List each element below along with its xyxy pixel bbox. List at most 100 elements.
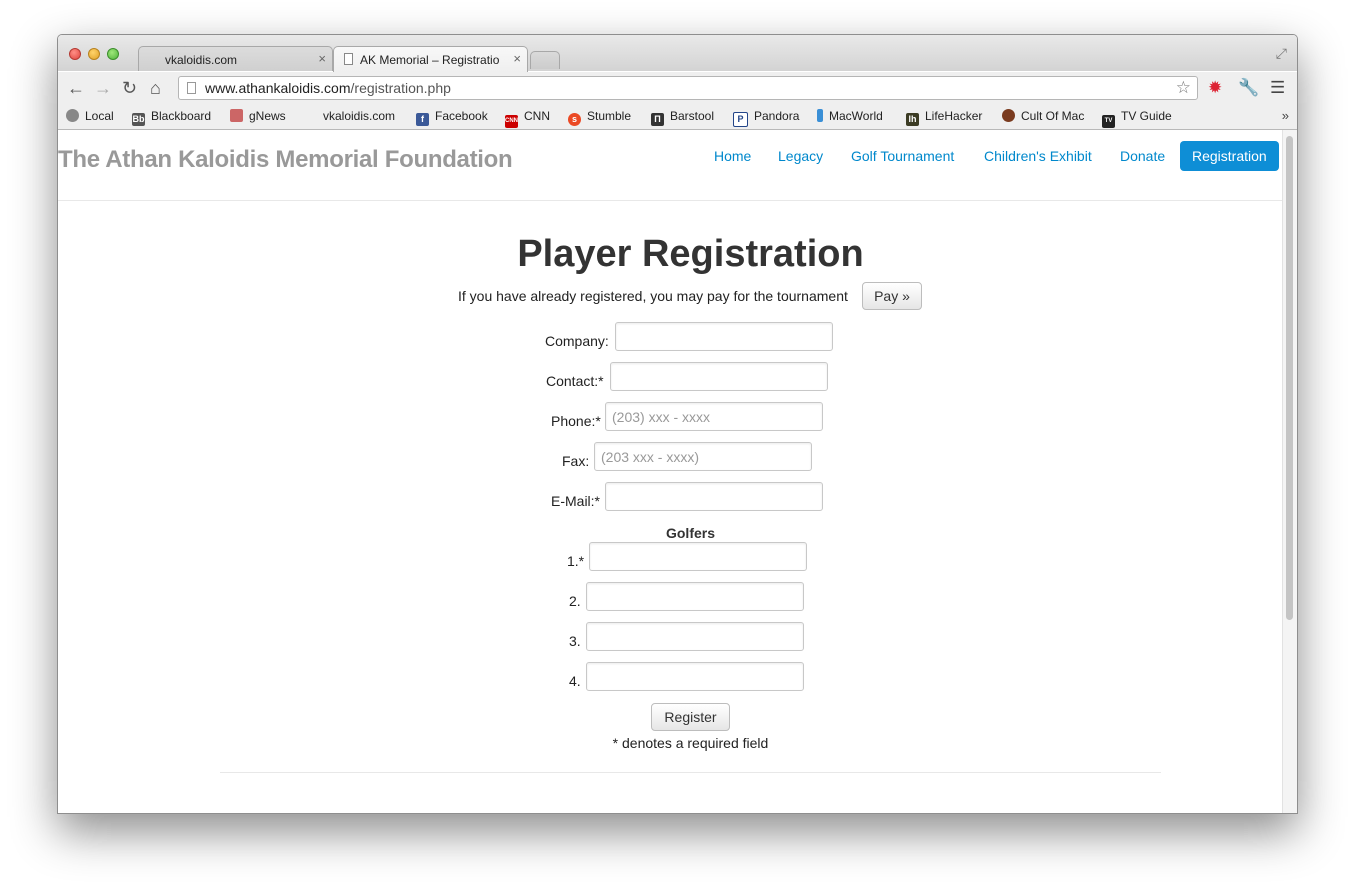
golfer-3-label: 3. — [569, 633, 581, 649]
company-label: Company: — [545, 333, 609, 349]
reload-icon[interactable]: ↻ — [122, 78, 137, 99]
news-icon — [230, 109, 243, 122]
pandora-icon: P — [733, 112, 748, 127]
bookmark-label: LifeHacker — [925, 109, 983, 123]
stumbleupon-icon: s — [568, 113, 581, 126]
tab-vkaloidis[interactable]: vkaloidis.com × — [138, 46, 333, 72]
bookmark-gnews[interactable]: gNews — [230, 109, 286, 123]
close-window-button[interactable] — [69, 48, 81, 60]
bookmark-facebook[interactable]: f Facebook — [416, 109, 488, 126]
browser-window: vkaloidis.com × AK Memorial – Registrati… — [57, 34, 1298, 814]
bookmarks-overflow-icon[interactable]: » — [1282, 108, 1289, 123]
web-page: The Athan Kaloidis Memorial Foundation H… — [58, 130, 1283, 813]
url-text: www.athankaloidis.com/registration.php — [205, 80, 451, 96]
nav-home[interactable]: Home — [714, 141, 751, 171]
phone-label: Phone:* — [551, 413, 601, 429]
bookmark-macworld[interactable]: MacWorld — [817, 109, 883, 123]
lifehacker-icon: lh — [906, 113, 919, 126]
bookmark-label: Local — [85, 109, 114, 123]
pay-button[interactable]: Pay » — [862, 282, 922, 310]
bookmark-barstool[interactable]: Π Barstool — [651, 109, 714, 126]
zoom-window-button[interactable] — [107, 48, 119, 60]
bookmark-label: CNN — [524, 109, 550, 123]
company-input[interactable] — [615, 322, 833, 351]
bookmark-label: Blackboard — [151, 109, 212, 123]
bookmark-vkaloidis[interactable]: vkaloidis.com — [304, 109, 395, 123]
fullscreen-icon[interactable]: ⤢ — [1276, 45, 1287, 62]
barstool-icon: Π — [651, 113, 664, 126]
bookmark-star-icon[interactable]: ☆ — [1176, 78, 1191, 98]
nav-donate[interactable]: Donate — [1120, 141, 1165, 171]
nav-registration[interactable]: Registration — [1180, 141, 1279, 171]
bookmarks-bar: Local Bb Blackboard gNews vkaloidis.com f… — [58, 105, 1297, 130]
tab-title: vkaloidis.com — [165, 53, 238, 67]
bookmark-label: Cult Of Mac — [1021, 109, 1085, 123]
email-input[interactable] — [605, 482, 823, 511]
new-tab-button[interactable] — [530, 51, 560, 69]
address-bar[interactable]: www.athankaloidis.com/registration.php ☆ — [178, 76, 1198, 100]
nav-legacy[interactable]: Legacy — [778, 141, 823, 171]
email-label: E-Mail:* — [551, 493, 601, 509]
golfer-1-input[interactable] — [589, 542, 807, 571]
golfer-3-input[interactable] — [586, 622, 804, 651]
tvguide-icon: TV — [1102, 115, 1115, 128]
nav-golf-tournament[interactable]: Golf Tournament — [851, 141, 954, 171]
back-arrow-icon[interactable]: ← — [67, 78, 85, 99]
fax-label: Fax: — [562, 453, 590, 469]
cultofmac-icon — [1002, 109, 1015, 122]
page-icon — [187, 82, 196, 94]
page-scrollbar[interactable] — [1282, 130, 1297, 813]
forward-arrow-icon[interactable]: → — [94, 78, 112, 99]
page-icon — [344, 53, 353, 65]
site-brand[interactable]: The Athan Kaloidis Memorial Foundation — [58, 146, 513, 174]
phone-input[interactable]: (203) xxx - xxxx — [605, 402, 823, 431]
bookmark-label: TV Guide — [1121, 109, 1172, 123]
golfer-4-label: 4. — [569, 673, 581, 689]
facebook-icon: f — [416, 113, 429, 126]
bookmark-label: Stumble — [587, 109, 632, 123]
tab-close-icon[interactable]: × — [513, 51, 521, 66]
scrollbar-thumb[interactable] — [1286, 136, 1293, 620]
golfer-4-input[interactable] — [586, 662, 804, 691]
page-title: Player Registration — [517, 233, 864, 275]
contact-input[interactable] — [610, 362, 828, 391]
golfer-1-label: 1.* — [567, 553, 585, 569]
bookmark-stumble[interactable]: s Stumble — [568, 109, 631, 126]
url-domain: www.athankaloidis.com — [205, 80, 351, 96]
bookmark-tvguide[interactable]: TV TV Guide — [1102, 109, 1172, 128]
register-button[interactable]: Register — [651, 703, 730, 731]
nav-divider — [58, 200, 1283, 201]
wrench-icon[interactable]: 🔧 — [1238, 78, 1259, 98]
bookmark-label: MacWorld — [829, 109, 883, 123]
home-icon[interactable]: ⌂ — [150, 78, 161, 99]
golfer-2-input[interactable] — [586, 582, 804, 611]
bookmark-pandora[interactable]: P Pandora — [733, 109, 799, 127]
blackboard-icon: Bb — [132, 113, 145, 126]
fax-input[interactable]: (203 xxx - xxxx) — [594, 442, 812, 471]
bookmark-lifehacker[interactable]: lh LifeHacker — [906, 109, 982, 126]
nav-childrens-exhibit[interactable]: Children's Exhibit — [984, 141, 1092, 171]
bookmark-cultofmac[interactable]: Cult Of Mac — [1002, 109, 1084, 123]
extension-icon[interactable]: ✹ — [1208, 78, 1222, 98]
macworld-icon — [817, 109, 823, 122]
contact-label: Contact:* — [546, 373, 604, 389]
bookmark-local[interactable]: Local — [66, 109, 114, 123]
bookmark-blackboard[interactable]: Bb Blackboard — [132, 109, 211, 126]
golfers-heading: Golfers — [665, 525, 715, 541]
bookmark-cnn[interactable]: CNN CNN — [505, 109, 550, 128]
tab-ak-memorial[interactable]: AK Memorial – Registration × — [333, 46, 528, 72]
globe-icon — [66, 109, 79, 122]
bookmark-label: Barstool — [670, 109, 715, 123]
golfer-2-label: 2. — [569, 593, 581, 609]
menu-icon[interactable]: ☰ — [1270, 78, 1285, 98]
url-path: /registration.php — [350, 80, 451, 96]
required-field-note: * denotes a required field — [612, 735, 769, 751]
bookmark-label: vkaloidis.com — [323, 109, 396, 123]
blank-icon — [304, 109, 317, 122]
bookmark-label: gNews — [249, 109, 286, 123]
minimize-window-button[interactable] — [88, 48, 100, 60]
title-bar: vkaloidis.com × AK Memorial – Registrati… — [58, 35, 1297, 72]
section-divider — [220, 772, 1161, 773]
bookmark-label: Facebook — [435, 109, 488, 123]
tab-close-icon[interactable]: × — [318, 51, 326, 66]
